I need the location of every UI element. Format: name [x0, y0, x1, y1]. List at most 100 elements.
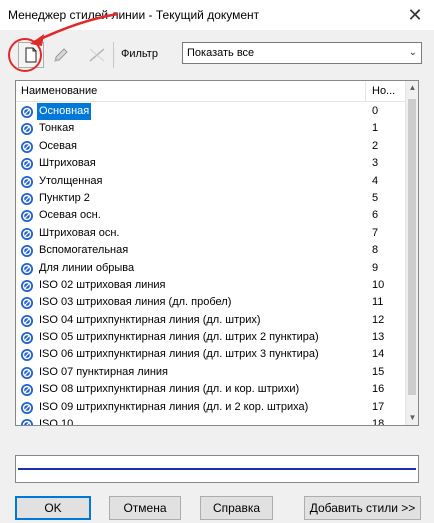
annotation-circle	[8, 38, 42, 72]
list-item[interactable]: ISO 09 штрихпунктирная линия (дл. и 2 ко…	[16, 399, 406, 416]
line-style-icon	[21, 419, 33, 425]
list-item[interactable]: Осевая 2	[16, 138, 406, 155]
list-item-number: 12	[372, 313, 385, 326]
line-style-icon	[21, 192, 33, 205]
help-button[interactable]: Справка	[200, 496, 273, 520]
list-item[interactable]: ISO 05 штрихпунктирная линия (дл. штрих …	[16, 329, 406, 346]
list-item-number: 2	[372, 139, 379, 152]
delete-line-icon	[89, 48, 105, 62]
list-item[interactable]: ISO 08 штрихпунктирная линия (дл. и кор.…	[16, 381, 406, 398]
list-item[interactable]: ISO 04 штрихпунктирная линия (дл. штрих)…	[16, 312, 406, 329]
list-item[interactable]: Осевая осн. 6	[16, 207, 406, 224]
scroll-up-arrow[interactable]: ▲	[406, 81, 418, 95]
toolbar-separator	[113, 42, 114, 68]
list-item-number: 1	[372, 122, 379, 135]
list-item-name: Пунктир 2	[39, 191, 90, 204]
line-style-icon	[21, 332, 33, 345]
list-item-name: Штриховая осн.	[39, 226, 120, 239]
list-item[interactable]: ISO 07 пунктирная линия 15	[16, 364, 406, 381]
list-item-number: 15	[372, 365, 385, 378]
list-header: Наименование Но...	[16, 81, 406, 102]
list-item-name: Осевая	[39, 139, 77, 152]
list-item[interactable]: ISO 06 штрихпунктирная линия (дл. штрих …	[16, 346, 406, 363]
column-header-number[interactable]: Но...	[366, 81, 406, 102]
line-style-icon	[21, 366, 33, 379]
close-button[interactable]: ✕	[402, 4, 428, 26]
list-item-name: ISO 07 пунктирная линия	[39, 365, 169, 378]
filter-label: Фильтр	[121, 48, 158, 60]
line-style-icon	[21, 123, 33, 136]
line-style-icon	[21, 210, 33, 223]
column-header-name[interactable]: Наименование	[16, 81, 366, 102]
list-item[interactable]: Штриховая осн. 7	[16, 225, 406, 242]
line-style-icon	[21, 158, 33, 171]
list-item-number: 16	[372, 383, 385, 396]
edit-style-button[interactable]	[48, 42, 74, 68]
list-item-name: ISO 05 штрихпунктирная линия (дл. штрих …	[39, 331, 319, 344]
list-item-name: Осевая осн.	[39, 209, 101, 222]
line-style-icon	[21, 245, 33, 258]
list-item-name: Штриховая	[39, 157, 96, 170]
vertical-scrollbar[interactable]: ▲ ▼	[405, 81, 418, 425]
list-item-number: 0	[372, 105, 379, 117]
list-item[interactable]: Вспомогательная 8	[16, 242, 406, 259]
list-item[interactable]: Для линии обрыва 9	[16, 260, 406, 277]
list-item-number: 7	[372, 226, 379, 239]
list-item-name: Вспомогательная	[39, 244, 129, 257]
list-item-number: 9	[372, 261, 379, 274]
line-style-icon	[21, 279, 33, 292]
line-style-icon	[21, 349, 33, 362]
list-item-number: 6	[372, 209, 379, 222]
list-item-number: 10	[372, 278, 385, 291]
list-item-name: Тонкая	[39, 122, 75, 135]
title-bar: Менеджер стилей линии - Текущий документ…	[0, 0, 434, 30]
scrollbar-thumb[interactable]	[408, 99, 416, 395]
line-style-icon	[21, 262, 33, 275]
pencil-icon	[54, 48, 68, 62]
filter-dropdown[interactable]: Показать все ⌄	[182, 42, 422, 64]
list-rows: Основная 0 Тонкая 1 Осевая 2 Штриховая 3 Утолщен…	[16, 103, 406, 426]
list-item[interactable]: ISO 10 ... 18	[16, 416, 406, 426]
list-item-number: 8	[372, 244, 379, 257]
list-item[interactable]: Тонкая 1	[16, 120, 406, 137]
list-item-name: Основная	[37, 103, 92, 120]
list-item-number: 13	[372, 331, 385, 344]
line-style-icon	[21, 106, 33, 118]
line-style-icon	[21, 314, 33, 327]
cancel-button[interactable]: Отмена	[109, 496, 181, 520]
line-style-icon	[21, 227, 33, 240]
list-item[interactable]: ISO 03 штриховая линия (дл. пробел) 11	[16, 294, 406, 311]
list-item-name: ISO 04 штрихпунктирная линия (дл. штрих)	[39, 313, 261, 326]
window-title: Менеджер стилей линии - Текущий документ	[8, 8, 260, 22]
list-item-number: 17	[372, 400, 385, 413]
list-item-number: 3	[372, 157, 379, 170]
line-style-icon	[21, 401, 33, 414]
preview-line	[18, 468, 416, 470]
list-item-name: Для линии обрыва	[39, 261, 135, 274]
line-styles-list[interactable]: Наименование Но... Основная 0 Тонкая 1 Осева…	[15, 80, 419, 426]
add-styles-button[interactable]: Добавить стили >>	[304, 496, 421, 520]
ok-button[interactable]: OK	[15, 496, 91, 520]
list-item-number: 11	[372, 296, 384, 309]
line-style-icon	[21, 384, 33, 397]
list-item[interactable]: Штриховая 3	[16, 155, 406, 172]
line-style-preview	[15, 455, 419, 483]
line-style-icon	[21, 140, 33, 153]
list-item-name: ISO 06 штрихпунктирная линия (дл. штрих …	[39, 348, 319, 361]
line-style-icon	[21, 297, 33, 310]
list-item-name: ISO 08 штрихпунктирная линия (дл. и кор.…	[39, 383, 300, 396]
chevron-down-icon: ⌄	[408, 47, 417, 58]
scroll-down-arrow[interactable]: ▼	[406, 411, 418, 425]
list-item-number: 4	[372, 174, 379, 187]
line-style-icon	[21, 175, 33, 188]
list-item[interactable]: Основная 0	[16, 103, 406, 120]
delete-style-button[interactable]	[84, 42, 110, 68]
list-item[interactable]: Утолщенная 4	[16, 173, 406, 190]
list-item-name: ISO 10 ...	[39, 418, 86, 426]
list-item[interactable]: ISO 02 штриховая линия 10	[16, 277, 406, 294]
filter-selected-value: Показать все	[187, 47, 255, 59]
list-item[interactable]: Пунктир 2 5	[16, 190, 406, 207]
list-item-name: ISO 02 штриховая линия	[39, 278, 166, 291]
list-item-number: 5	[372, 191, 379, 204]
list-item-number: 14	[372, 348, 385, 361]
